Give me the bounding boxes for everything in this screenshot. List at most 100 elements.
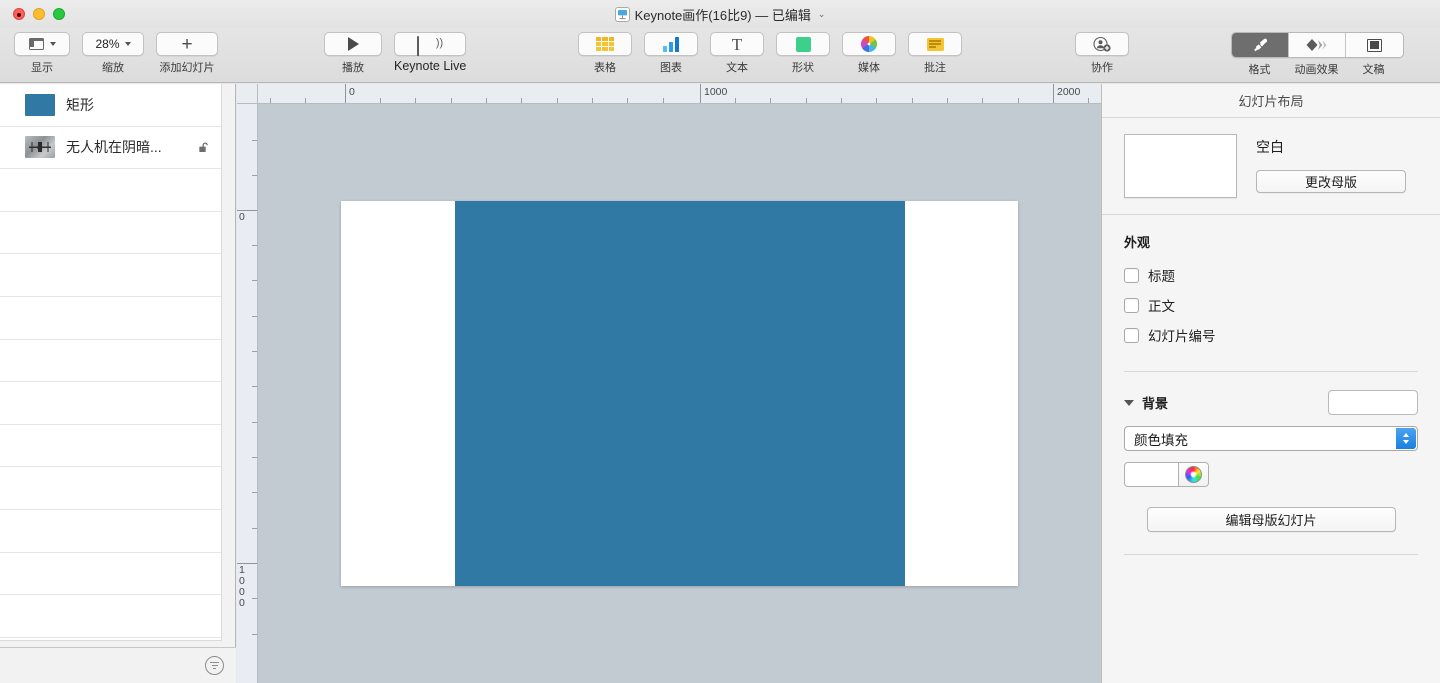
- keynote-live-button[interactable]: )): [394, 32, 467, 56]
- maximize-button[interactable]: [53, 8, 65, 20]
- list-item[interactable]: [0, 169, 221, 212]
- insert-comment[interactable]: 批注: [908, 28, 962, 75]
- slide-shape-rectangle[interactable]: [455, 201, 905, 586]
- insert-text-label: 文本: [726, 62, 748, 74]
- insert-text-button[interactable]: T: [710, 32, 764, 56]
- title-chevron-icon[interactable]: ⌄: [818, 9, 826, 20]
- disclosure-triangle-icon[interactable]: [1124, 399, 1134, 406]
- master-thumbnail[interactable]: [1124, 134, 1237, 198]
- background-color-swatch[interactable]: [1124, 462, 1179, 487]
- ruler-h-label-0: 0: [349, 86, 355, 98]
- keynote-live[interactable]: )) Keynote Live: [394, 28, 466, 73]
- list-item[interactable]: 无人机在阴暗...: [0, 126, 221, 170]
- insert-media-label: 媒体: [858, 62, 880, 74]
- media-photos-icon: [861, 36, 877, 52]
- divider: [1124, 554, 1418, 555]
- play[interactable]: 播放: [324, 28, 382, 75]
- list-item[interactable]: [0, 595, 221, 638]
- checkbox-slide-number-box[interactable]: [1124, 327, 1139, 343]
- view-label: 显示: [31, 62, 53, 74]
- list-item[interactable]: [0, 467, 221, 510]
- master-section: 空白 更改母版: [1102, 118, 1440, 215]
- toolbar-panel-group: 格式 动画效果 文稿: [1231, 28, 1404, 77]
- keynote-live-label: Keynote Live: [394, 59, 467, 73]
- list-item[interactable]: 矩形: [0, 84, 221, 127]
- insert-comment-label: 批注: [924, 62, 946, 74]
- blue-rectangle-thumb: [25, 93, 55, 116]
- minimize-button[interactable]: [33, 8, 45, 20]
- tab-format[interactable]: [1232, 33, 1289, 57]
- appearance-section: 外观 标题 正文 幻灯片编号: [1102, 215, 1440, 350]
- paintbrush-icon: [1251, 37, 1269, 53]
- list-item[interactable]: [0, 254, 221, 297]
- appearance-heading: 外观: [1124, 235, 1151, 250]
- inspector-panel-labels: 格式 动画效果 文稿: [1231, 61, 1402, 77]
- insert-table[interactable]: 表格: [578, 28, 632, 75]
- inspector-panel-segmented[interactable]: [1231, 32, 1404, 58]
- list-item[interactable]: [0, 296, 221, 340]
- keynote-icon: [614, 6, 630, 22]
- background-section: 背景 颜色填充: [1102, 372, 1440, 487]
- view-popup-button[interactable]: [14, 32, 70, 56]
- list-item[interactable]: [0, 552, 221, 596]
- chart-bars-icon: [663, 36, 679, 52]
- add-slide[interactable]: + 添加幻灯片: [156, 28, 218, 75]
- zoom-popup[interactable]: 28% 缩放: [82, 28, 144, 75]
- insert-shape-button[interactable]: [776, 32, 830, 56]
- fill-type-select[interactable]: 颜色填充: [1124, 426, 1418, 451]
- keynote-window: Keynote画作(16比9) — 已编辑 ⌄ 显示 28% 缩放 + 添加幻灯…: [0, 0, 1440, 683]
- screen-broadcast-icon: )): [417, 36, 443, 56]
- object-list[interactable]: 矩形 无人机在阴暗...: [0, 84, 222, 641]
- checkbox-body-label: 正文: [1148, 299, 1175, 314]
- zoom-popup-button[interactable]: 28%: [82, 32, 144, 56]
- list-item[interactable]: [0, 339, 221, 383]
- checkbox-body[interactable]: 正文: [1124, 290, 1418, 320]
- tab-document[interactable]: [1346, 33, 1403, 57]
- insert-chart-button[interactable]: [644, 32, 698, 56]
- insert-shape[interactable]: 形状: [776, 28, 830, 75]
- unlock-icon[interactable]: [198, 141, 211, 154]
- collaborate-label: 协作: [1091, 62, 1113, 74]
- insert-table-button[interactable]: [578, 32, 632, 56]
- horizontal-ruler[interactable]: 0 1000 2000: [258, 84, 1101, 104]
- checkbox-title[interactable]: 标题: [1124, 260, 1418, 290]
- collaborate[interactable]: 协作: [1075, 28, 1129, 75]
- list-item[interactable]: [0, 509, 221, 553]
- filter-sort-icon[interactable]: [205, 656, 224, 675]
- add-slide-button[interactable]: +: [156, 32, 218, 56]
- color-wheel-button[interactable]: [1179, 462, 1209, 487]
- view-layout-icon: [28, 38, 44, 50]
- checkbox-title-label: 标题: [1148, 269, 1175, 284]
- insert-text[interactable]: T 文本: [710, 28, 764, 75]
- insert-chart[interactable]: 图表: [644, 28, 698, 75]
- collaborate-button[interactable]: [1075, 32, 1129, 56]
- text-T-icon: T: [731, 34, 743, 54]
- canvas-area[interactable]: 0 1000 2000 0 1000: [237, 84, 1101, 683]
- checkbox-slide-number-label: 幻灯片编号: [1148, 329, 1216, 344]
- insert-media[interactable]: 媒体: [842, 28, 896, 75]
- edit-master-slide-button[interactable]: 编辑母版幻灯片: [1146, 507, 1396, 532]
- insert-table-label: 表格: [594, 62, 616, 74]
- checkbox-slide-number[interactable]: 幻灯片编号: [1124, 320, 1418, 350]
- tab-animate[interactable]: [1289, 33, 1346, 57]
- background-color-row: [1124, 462, 1418, 487]
- checkbox-body-box[interactable]: [1124, 297, 1139, 313]
- list-item[interactable]: [0, 382, 221, 425]
- insert-media-button[interactable]: [842, 32, 896, 56]
- tab-format-label: 格式: [1248, 64, 1271, 76]
- close-button[interactable]: [13, 8, 25, 20]
- document-title-area: Keynote画作(16比9) — 已编辑 ⌄: [0, 0, 1440, 28]
- add-slide-label: 添加幻灯片: [159, 62, 215, 74]
- checkbox-title-box[interactable]: [1124, 267, 1139, 283]
- list-item[interactable]: [0, 424, 221, 468]
- list-item[interactable]: [0, 211, 221, 255]
- tab-animate-label: 动画效果: [1294, 64, 1339, 76]
- vertical-ruler[interactable]: 0 1000: [237, 104, 258, 683]
- play-button[interactable]: [324, 32, 382, 56]
- stepper-arrows-icon[interactable]: [1396, 428, 1416, 449]
- change-master-button[interactable]: 更改母版: [1256, 170, 1406, 193]
- slide-canvas[interactable]: [341, 201, 1018, 586]
- insert-comment-button[interactable]: [908, 32, 962, 56]
- view-popup[interactable]: 显示: [14, 28, 70, 75]
- background-disclosure[interactable]: 背景: [1124, 393, 1168, 412]
